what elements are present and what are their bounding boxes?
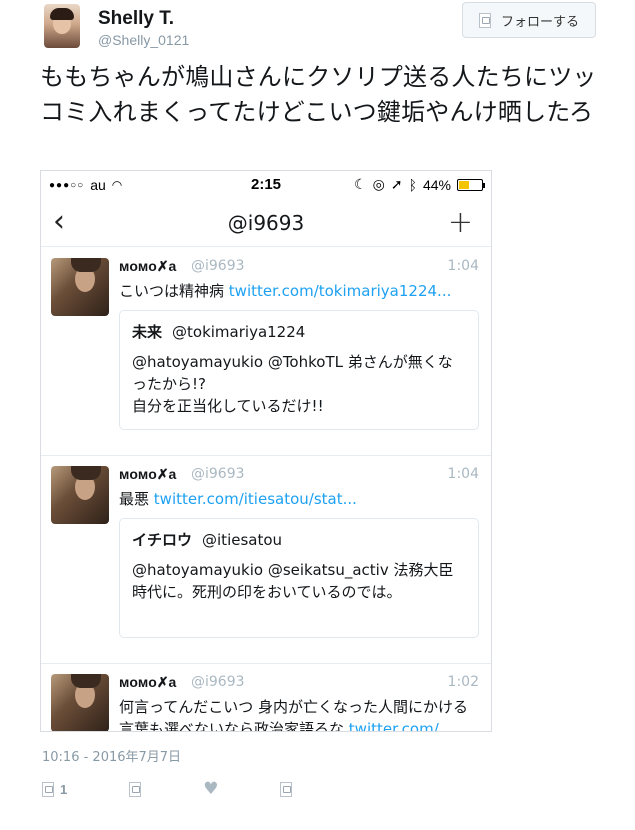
post-author: ᴍᴏᴍᴏ✗a <box>119 466 177 482</box>
quote-handle: @itiesatou <box>202 531 283 549</box>
location-icon: ➚ <box>390 176 403 192</box>
reply-button[interactable]: 1 <box>42 781 68 797</box>
heart-icon: ♥ <box>203 779 219 799</box>
avatar[interactable] <box>44 4 80 48</box>
timeline-item[interactable]: ᴍᴏᴍᴏ✗a @i9693 1:04 こいつは精神病 twitter.com/t… <box>41 248 491 456</box>
battery-icon <box>457 178 485 191</box>
more-button[interactable] <box>280 781 293 797</box>
post-handle: @i9693 <box>191 674 245 690</box>
quote-handle: @tokimariya1224 <box>172 323 306 341</box>
quote-text: @hatoyamayukio @seikatsu_activ 法務大臣時代に。死… <box>132 561 454 601</box>
reply-icon <box>42 781 54 797</box>
tweet-timestamp[interactable]: 10:16 - 2016年7月7日 <box>42 746 181 765</box>
reply-count: 1 <box>60 781 68 797</box>
avatar[interactable] <box>51 466 109 524</box>
post-author: ᴍᴏᴍᴏ✗a <box>119 674 177 690</box>
follow-icon <box>478 12 491 28</box>
tweet-text: ももちゃんが鳩山さんにクソリプ送る人たちにツッコミ入れまくってたけどこいつ鍵垢や… <box>40 63 597 126</box>
timeline: ᴍᴏᴍᴏ✗a @i9693 1:04 こいつは精神病 twitter.com/t… <box>41 248 491 731</box>
status-bar: ●●●○○ au ◠ 2:15 ☾ ◎ ➚ ᛒ 44% <box>41 171 491 199</box>
post-time: 1:04 <box>447 258 479 274</box>
post-body: こいつは精神病 twitter.com/tokimariya1224... <box>119 280 483 302</box>
post-handle: @i9693 <box>191 466 245 482</box>
post-link[interactable]: twitter.com/tokimariya1224... <box>229 282 452 300</box>
like-button[interactable]: ♥ <box>203 779 218 799</box>
nav-title: @i9693 <box>227 211 305 235</box>
more-icon <box>280 781 293 797</box>
avatar[interactable] <box>51 258 109 316</box>
bluetooth-icon: ᛒ <box>408 176 417 193</box>
post-body: 何言ってんだこいつ 身内が亡くなった人間にかける言葉も選べないなら政治家語るな … <box>119 696 483 731</box>
quote-text: @hatoyamayukio @TohkoTL 弟さんが無くなったから!? 自分… <box>132 353 453 415</box>
post-link[interactable]: twitter.com/ <box>349 720 439 731</box>
post-time: 1:04 <box>447 466 479 482</box>
user-name[interactable]: Shelly T. <box>98 8 174 30</box>
timeline-item[interactable]: ᴍᴏᴍᴏ✗a @i9693 1:04 最悪 twitter.com/itiesa… <box>41 456 491 664</box>
battery-percent: 44% <box>422 176 451 193</box>
retweet-button[interactable] <box>129 781 142 797</box>
quote-author: 未来 <box>132 323 163 341</box>
post-link[interactable]: twitter.com/itiesatou/stat... <box>154 490 357 508</box>
post-body: 最悪 twitter.com/itiesatou/stat... <box>119 488 483 510</box>
post-author: ᴍᴏᴍᴏ✗a <box>119 258 177 274</box>
post-time: 1:02 <box>447 674 479 690</box>
retweet-icon <box>129 781 142 797</box>
quoted-tweet[interactable]: 未来 @tokimariya1224 @hatoyamayukio @TohkoT… <box>119 310 479 430</box>
tweet-header: Shelly T. @Shelly_0121 フォローする <box>44 2 604 54</box>
post-handle: @i9693 <box>191 258 245 274</box>
lock-rotation-icon: ◎ <box>372 176 385 192</box>
user-handle[interactable]: @Shelly_0121 <box>98 32 189 48</box>
profile-nav-bar: ‹ @i9693 + <box>41 199 491 247</box>
tweet-actions: 1 ♥ <box>42 777 354 801</box>
plus-icon[interactable]: + <box>448 205 473 240</box>
timeline-item[interactable]: ᴍᴏᴍᴏ✗a @i9693 1:02 何言ってんだこいつ 身内が亡くなった人間に… <box>41 664 491 731</box>
follow-button[interactable]: フォローする <box>462 2 596 38</box>
quoted-tweet[interactable]: イチロウ @itiesatou @hatoyamayukio @seikatsu_… <box>119 518 479 638</box>
quote-author: イチロウ <box>132 531 193 549</box>
follow-button-label: フォローする <box>500 14 579 30</box>
post-text: 最悪 <box>119 490 150 508</box>
post-text: こいつは精神病 <box>119 282 225 300</box>
avatar[interactable] <box>51 674 109 731</box>
moon-icon: ☾ <box>354 176 367 192</box>
attached-screenshot[interactable]: ●●●○○ au ◠ 2:15 ☾ ◎ ➚ ᛒ 44% ‹ @i9693 + ᴍ… <box>40 170 492 732</box>
